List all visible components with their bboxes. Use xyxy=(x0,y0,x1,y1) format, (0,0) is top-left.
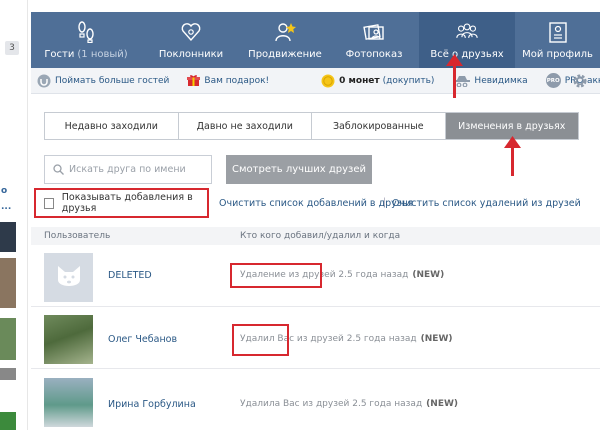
secondary-toolbar: Поймать больше гостей Вам подарок! 0 мон… xyxy=(31,68,600,94)
show-additions-label: Показывать добавления в друзья xyxy=(61,192,193,214)
strip-dots: ... xyxy=(1,202,12,212)
col-user-header: Пользователь xyxy=(44,231,111,241)
col-change-header: Кто кого добавил/удалил и когда xyxy=(240,231,401,241)
table-header: Пользователь Кто кого добавил/удалил и к… xyxy=(31,227,600,245)
annotation-arrowhead-nav xyxy=(446,54,463,66)
invisible-label: Невидимка xyxy=(474,75,528,86)
strip-avatar[interactable] xyxy=(0,222,16,252)
nav-about-friends-label: Всё о друзьях xyxy=(430,49,504,60)
tab-recently-visited[interactable]: Недавно заходили xyxy=(45,113,179,139)
strip-avatar[interactable] xyxy=(0,258,16,308)
new-badge: (NEW) xyxy=(420,334,453,344)
deleted-avatar[interactable] xyxy=(44,253,93,302)
gift-label: Вам подарок! xyxy=(204,75,270,86)
annotation-arrowhead-tab xyxy=(504,136,521,148)
left-sidebar-strip: 3 о ... xyxy=(0,0,28,430)
strip-avatar[interactable] xyxy=(0,318,16,360)
counter-badge[interactable]: 3 xyxy=(5,41,19,55)
page: 3 о ... Гости (1 новый) Поклонники Продви… xyxy=(0,0,600,430)
table-row: Ирина Горбулина Удалила Вас из друзей 2.… xyxy=(31,372,600,430)
invisible-link[interactable]: Невидимка xyxy=(454,75,528,87)
coins-buy-link[interactable]: (докупить) xyxy=(383,76,435,86)
strip-avatar[interactable] xyxy=(0,412,16,430)
nav-promotion[interactable]: Продвижение xyxy=(241,12,329,68)
show-additions-checkbox[interactable] xyxy=(44,197,54,209)
tab-blocked[interactable]: Заблокированные xyxy=(312,113,446,139)
nav-fans-label: Поклонники xyxy=(158,49,224,60)
new-badge: (NEW) xyxy=(412,270,445,280)
gear-icon[interactable] xyxy=(572,73,588,92)
more-guests-label: Поймать больше гостей xyxy=(55,75,170,86)
nav-guests-label: Гости xyxy=(44,49,75,60)
tab-long-absent[interactable]: Давно не заходили xyxy=(178,113,312,139)
heart-person-icon xyxy=(180,21,202,43)
new-badge: (NEW) xyxy=(426,399,459,409)
dog-placeholder-icon xyxy=(57,265,80,286)
clear-removals-link[interactable]: Очистить список удалений из друзей xyxy=(392,198,581,209)
change-text: Удалила Вас из друзей 2.5 года назад xyxy=(240,399,423,409)
annotation-box-row2 xyxy=(232,324,289,356)
coins-widget[interactable]: 0 монет (докупить) xyxy=(321,74,434,88)
strip-avatar[interactable] xyxy=(0,368,16,380)
nav-my-profile-label: Мой профиль xyxy=(522,49,593,60)
user-name-link[interactable]: Олег Чебанов xyxy=(108,334,177,345)
view-best-friends-button[interactable]: Смотреть лучших друзей xyxy=(226,155,372,184)
profile-icon xyxy=(547,21,569,43)
photos-icon xyxy=(363,21,385,43)
gift-icon xyxy=(187,74,201,87)
user-avatar[interactable] xyxy=(44,378,93,427)
coin-icon xyxy=(321,74,335,88)
magnet-icon xyxy=(37,74,51,88)
gift-link[interactable]: Вам подарок! xyxy=(187,74,269,87)
nav-guests[interactable]: Гости (1 новый) xyxy=(31,12,141,68)
strip-letter: о xyxy=(1,186,8,196)
more-guests-link[interactable]: Поймать больше гостей xyxy=(37,74,169,88)
table-row: Олег Чебанов Удалил Вас из друзей 2.5 го… xyxy=(31,309,600,369)
nav-my-profile[interactable]: Мой профиль xyxy=(515,12,600,68)
nav-fans[interactable]: Поклонники xyxy=(141,12,241,68)
pro-icon: PRO xyxy=(545,73,561,88)
footprints-icon xyxy=(75,21,97,43)
friend-search[interactable] xyxy=(44,155,212,184)
user-name-link[interactable]: Ирина Горбулина xyxy=(108,399,196,410)
user-name-link[interactable]: DELETED xyxy=(108,270,152,281)
nav-photoshow-label: Фотопоказ xyxy=(345,49,403,60)
group-icon xyxy=(456,21,478,43)
user-avatar[interactable] xyxy=(44,315,93,364)
search-icon xyxy=(53,160,64,179)
nav-about-friends[interactable]: Всё о друзьях xyxy=(419,12,515,68)
show-additions-toggle[interactable]: Показывать добавления в друзья xyxy=(34,188,209,218)
nav-photoshow[interactable]: Фотопоказ xyxy=(329,12,419,68)
search-input[interactable] xyxy=(69,164,209,175)
top-navigation: Гости (1 новый) Поклонники Продвижение Фо… xyxy=(31,12,600,68)
spy-icon xyxy=(454,75,471,87)
nav-guests-new: (1 новый) xyxy=(77,49,128,60)
filter-tabs: Недавно заходили Давно не заходили Забло… xyxy=(44,112,579,140)
nav-promotion-label: Продвижение xyxy=(248,49,322,60)
annotation-box-row1 xyxy=(230,263,322,288)
coins-count: 0 монет xyxy=(339,75,380,86)
star-person-icon xyxy=(274,21,296,43)
links-separator: | xyxy=(383,197,387,208)
